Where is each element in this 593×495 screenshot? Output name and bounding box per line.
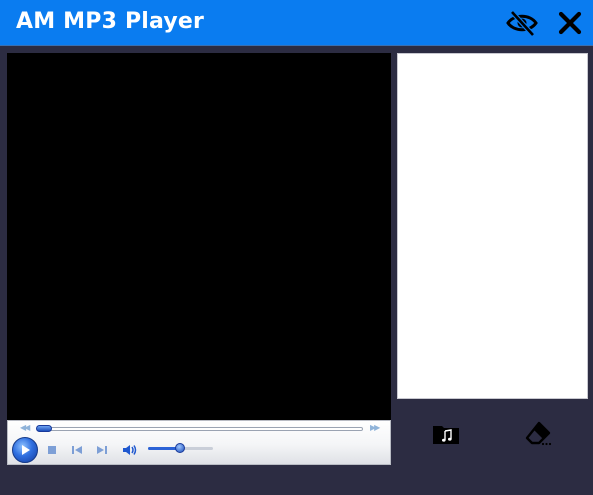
playlist-box[interactable] [397,53,588,399]
mute-button[interactable] [121,443,139,457]
rewind-icon[interactable]: ◀◀ [20,423,30,432]
play-icon [22,445,30,455]
music-folder-icon [433,426,459,444]
seek-thumb[interactable] [36,425,52,432]
play-button[interactable] [12,437,38,463]
fast-forward-icon[interactable]: ▶▶ [370,423,380,432]
app-title: AM MP3 Player [16,9,205,34]
seek-bar[interactable]: ◀◀ ▶▶ [8,423,390,435]
stop-icon [48,446,56,454]
seek-track[interactable] [38,427,363,431]
eye-slash-icon [506,10,538,36]
clear-playlist-button[interactable] [524,421,554,447]
eraser-icon [525,421,552,446]
previous-button[interactable] [70,443,84,457]
close-button[interactable] [553,7,587,39]
next-button[interactable] [95,443,109,457]
next-icon [97,446,107,454]
video-display[interactable] [7,53,391,421]
hide-button[interactable] [505,7,539,39]
open-music-folder-button[interactable] [431,421,461,447]
volume-icon [123,445,137,455]
volume-thumb[interactable] [175,443,185,453]
stop-button[interactable] [45,443,59,457]
close-icon [558,11,582,35]
title-bar: AM MP3 Player [0,0,593,46]
previous-icon [72,446,82,454]
media-controls: ◀◀ ▶▶ [7,420,391,465]
